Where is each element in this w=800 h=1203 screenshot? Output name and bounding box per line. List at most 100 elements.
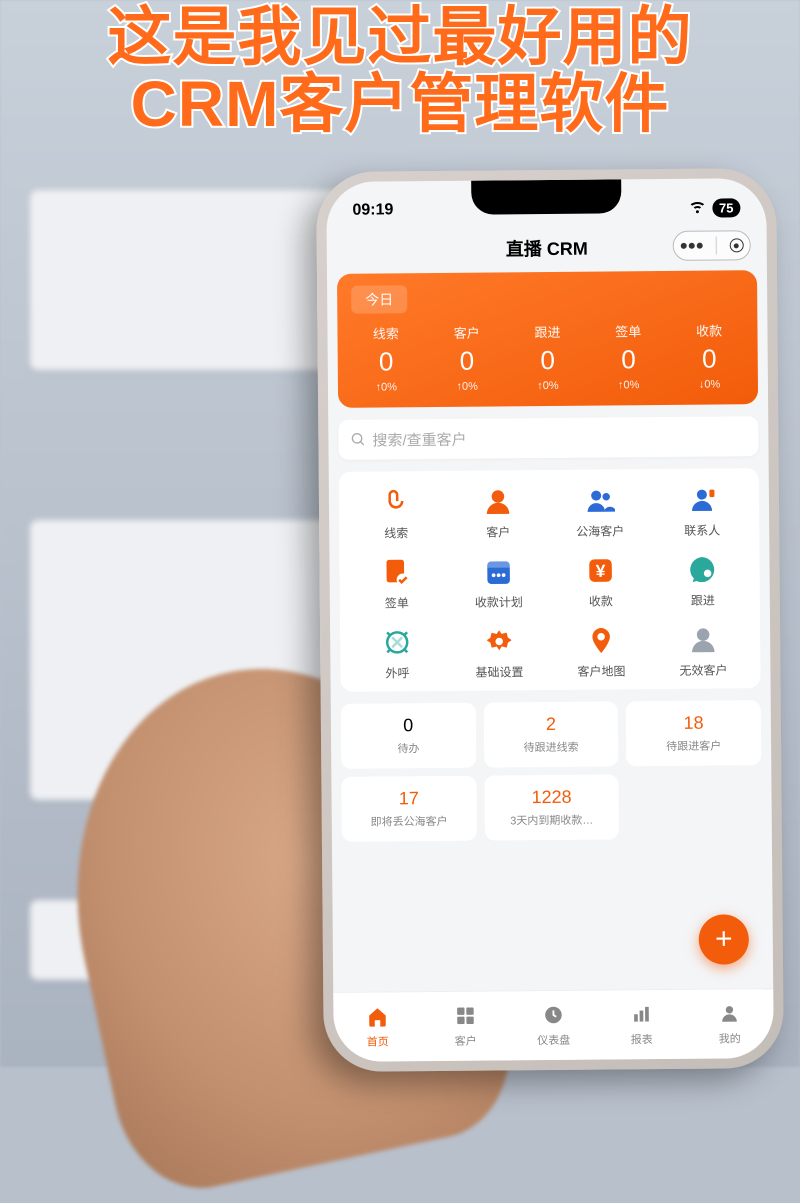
map-icon [584, 623, 618, 657]
stat-delta: ↑0% [376, 381, 398, 393]
nav-icon [718, 1002, 740, 1027]
stat-label: 跟进 [534, 322, 560, 341]
stat-item[interactable]: 签单 0 ↑0% [588, 321, 669, 392]
tile-label: 待跟进线索 [524, 739, 579, 755]
settings-icon [482, 624, 516, 658]
stat-value: 0 [702, 344, 717, 375]
search-placeholder: 搜索/查重客户 [372, 428, 466, 450]
tile-value: 1228 [531, 787, 571, 808]
nav-label: 客户 [455, 1032, 477, 1048]
miniprogram-capsule[interactable] [673, 230, 751, 261]
search-icon [350, 432, 366, 448]
summary-tile[interactable]: 2 待跟进线索 [483, 701, 618, 767]
stats-card: 今日 线索 0 ↑0% 客户 0 ↑0% 跟进 0 ↑0% 签单 0 ↑0% 收… [337, 270, 758, 408]
caption-line-2: CRM客户管理软件 [0, 71, 800, 138]
summary-tile[interactable]: 1228 3天内到期收款… [484, 774, 619, 840]
stat-value: 0 [621, 344, 636, 375]
status-time: 09:19 [352, 201, 393, 219]
app-label: 无效客户 [679, 661, 727, 678]
app-label: 基础设置 [475, 663, 523, 680]
tile-label: 待办 [397, 740, 419, 756]
tile-label: 3天内到期收款… [510, 812, 593, 829]
app-lead[interactable]: 线索 [345, 485, 447, 542]
stat-delta: ↓0% [699, 379, 721, 391]
stat-label: 签单 [615, 321, 641, 340]
nav-item-0[interactable]: 首页 [333, 992, 422, 1062]
stat-delta: ↑0% [618, 379, 640, 391]
today-badge[interactable]: 今日 [351, 285, 407, 313]
app-label: 收款 [589, 592, 613, 609]
bottom-nav: 首页 客户 仪表盘 报表 我的 [333, 988, 774, 1062]
nav-icon [542, 1003, 564, 1028]
tile-label: 待跟进客户 [666, 738, 721, 754]
tile-value: 2 [546, 714, 556, 735]
customer-icon [481, 484, 515, 518]
follow-icon [685, 553, 719, 587]
stat-value: 0 [379, 346, 394, 377]
app-label: 跟进 [691, 592, 715, 609]
tile-value: 0 [403, 715, 413, 736]
app-settings[interactable]: 基础设置 [448, 624, 550, 681]
stat-label: 收款 [696, 320, 722, 339]
nav-item-1[interactable]: 客户 [421, 991, 510, 1061]
stat-item[interactable]: 跟进 0 ↑0% [507, 322, 588, 393]
nav-label: 报表 [631, 1031, 653, 1047]
app-customer[interactable]: 客户 [447, 484, 549, 541]
nav-item-3[interactable]: 报表 [597, 990, 686, 1060]
app-call[interactable]: 外呼 [346, 625, 448, 682]
app-payment[interactable]: ¥ 收款 [549, 553, 651, 610]
summary-tiles: 0 待办 2 待跟进线索 18 待跟进客户 17 即将丢公海客户 1228 3天… [341, 700, 762, 842]
public-icon [583, 483, 617, 517]
battery-indicator: 75 [712, 198, 741, 217]
summary-tile[interactable]: 18 待跟进客户 [626, 700, 761, 766]
lead-icon [379, 485, 413, 519]
caption-overlay: 这是我见过最好用的 CRM客户管理软件 [0, 4, 800, 138]
add-fab[interactable]: + [699, 914, 749, 964]
app-label: 客户 [486, 523, 510, 540]
app-follow[interactable]: 跟进 [651, 552, 753, 609]
contract-icon [379, 555, 413, 589]
tile-value: 18 [683, 713, 703, 734]
call-icon [380, 625, 414, 659]
stat-delta: ↑0% [537, 380, 559, 392]
close-icon[interactable] [729, 238, 743, 252]
app-label: 签单 [385, 594, 409, 611]
tile-label: 即将丢公海客户 [371, 813, 448, 830]
app-contract[interactable]: 签单 [345, 555, 447, 612]
app-plan[interactable]: 收款计划 [447, 554, 549, 611]
app-contact[interactable]: 联系人 [651, 482, 753, 539]
nav-icon [454, 1004, 476, 1029]
nav-icon [630, 1003, 652, 1028]
phone-screen: 09:19 75 直播 CRM 今日 线索 0 [326, 178, 774, 1062]
stat-item[interactable]: 客户 0 ↑0% [426, 322, 507, 393]
nav-item-2[interactable]: 仪表盘 [509, 991, 598, 1061]
nav-item-4[interactable]: 我的 [685, 989, 774, 1059]
summary-tile[interactable]: 17 即将丢公海客户 [341, 776, 476, 842]
tile-value: 17 [399, 788, 419, 809]
invalid-icon [686, 623, 720, 657]
app-label: 联系人 [684, 522, 720, 539]
contact-icon [685, 483, 719, 517]
app-invalid[interactable]: 无效客户 [652, 622, 754, 679]
search-input[interactable]: 搜索/查重客户 [338, 416, 758, 460]
stat-delta: ↑0% [456, 381, 478, 393]
nav-label: 仪表盘 [537, 1031, 570, 1047]
app-label: 收款计划 [475, 593, 523, 610]
caption-line-1: 这是我见过最好用的 [0, 4, 800, 71]
more-icon[interactable] [680, 243, 702, 249]
nav-icon [366, 1005, 388, 1030]
nav-label: 我的 [719, 1030, 741, 1046]
stat-item[interactable]: 线索 0 ↑0% [345, 323, 426, 394]
content-area[interactable]: 今日 线索 0 ↑0% 客户 0 ↑0% 跟进 0 ↑0% 签单 0 ↑0% 收… [327, 268, 773, 992]
stat-value: 0 [460, 346, 475, 377]
summary-tile[interactable]: 0 待办 [341, 703, 476, 769]
app-grid: 线索 客户 公海客户 联系人 签单 收款计划 ¥ 收款 跟进 外呼 基础设置 客… [339, 468, 761, 692]
app-label: 客户地图 [577, 662, 625, 679]
stat-label: 线索 [373, 323, 399, 342]
stat-item[interactable]: 收款 0 ↓0% [669, 320, 750, 391]
app-label: 公海客户 [576, 522, 624, 539]
app-public[interactable]: 公海客户 [549, 483, 651, 540]
payment-icon: ¥ [583, 553, 617, 587]
app-map[interactable]: 客户地图 [550, 623, 652, 680]
phone-notch [471, 179, 621, 214]
